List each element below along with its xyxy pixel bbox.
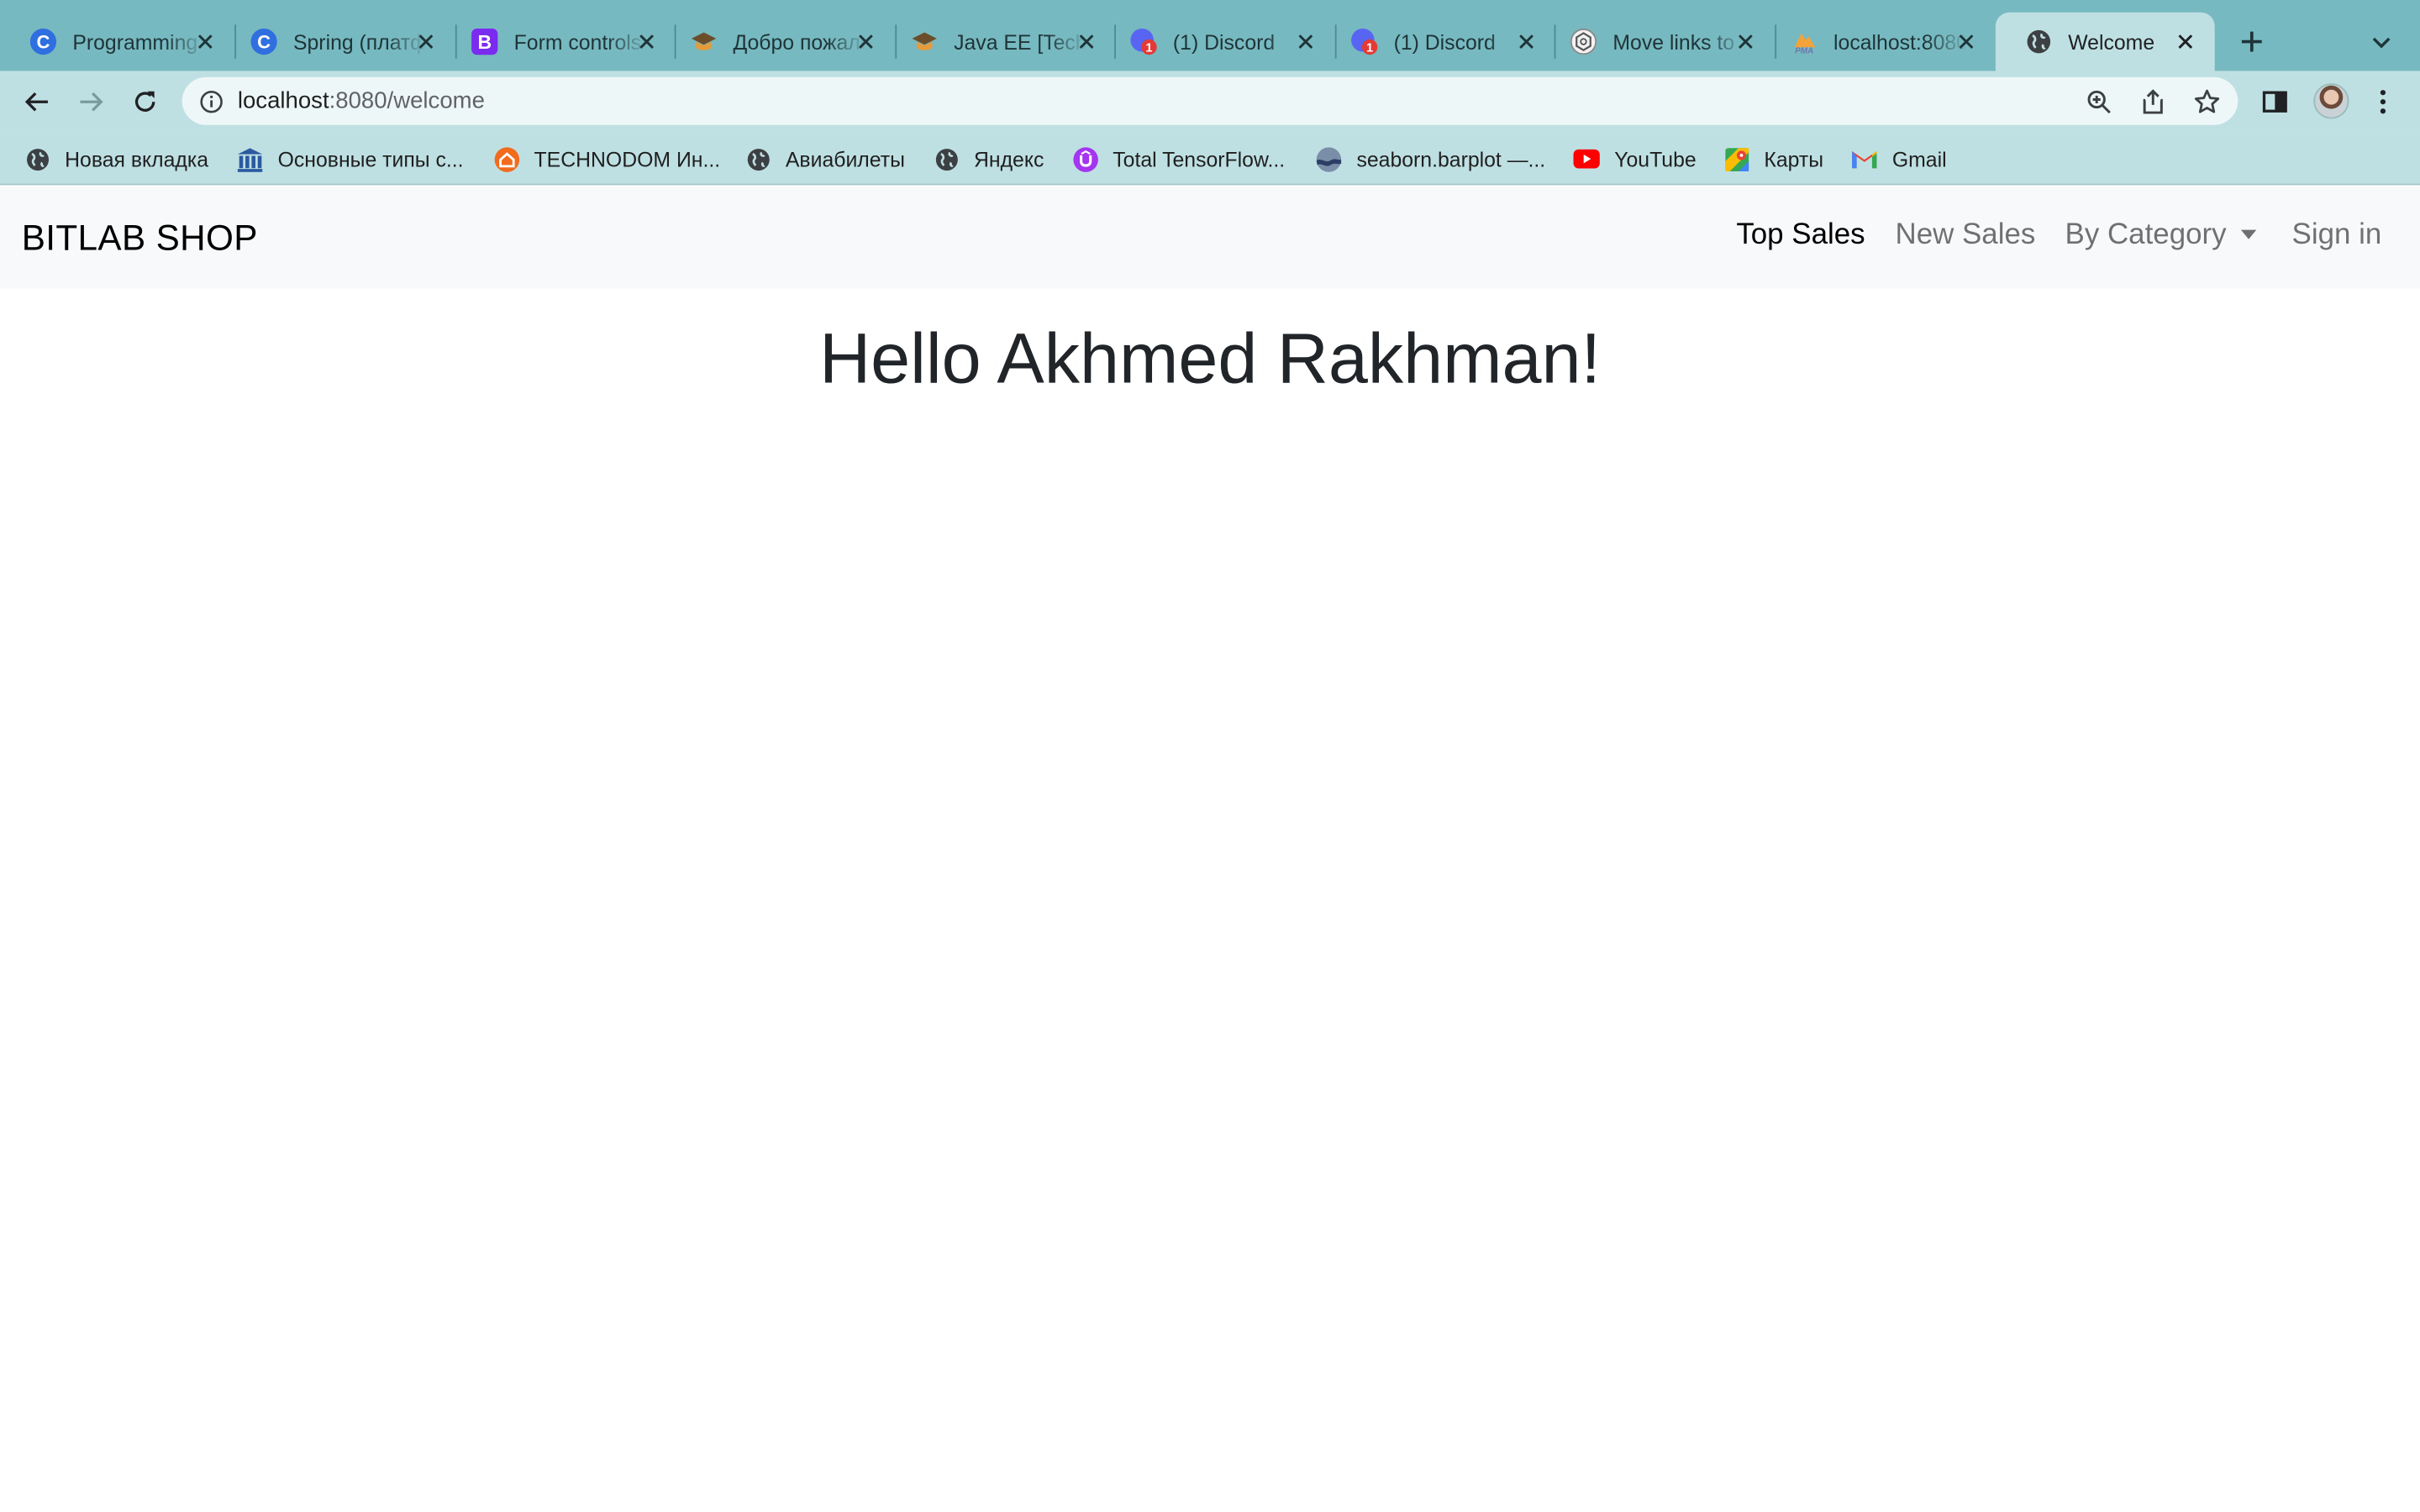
svg-text:PMA: PMA bbox=[1795, 47, 1813, 55]
share-icon[interactable] bbox=[2136, 85, 2170, 118]
close-icon[interactable] bbox=[1732, 28, 1760, 55]
close-icon[interactable] bbox=[1073, 28, 1101, 55]
discord-icon: 1 bbox=[1350, 28, 1378, 55]
browser-toolbar: localhost:8080/welcome bbox=[0, 71, 2420, 133]
c-icon: C bbox=[250, 28, 278, 55]
nav-new-sales[interactable]: New Sales bbox=[1896, 219, 2036, 253]
tab-strip: C Programming C Spring (платформа) B For… bbox=[0, 0, 2420, 71]
nav-sign-in[interactable]: Sign in bbox=[2292, 219, 2382, 253]
close-icon[interactable] bbox=[1952, 28, 1980, 55]
close-icon[interactable] bbox=[192, 28, 219, 55]
tab-discord-2[interactable]: 1 (1) Discord bbox=[1321, 13, 1555, 71]
tab-move-links[interactable]: Move links to bbox=[1540, 13, 1775, 71]
tab-programming[interactable]: C Programming bbox=[0, 13, 234, 71]
page-title: Hello Akhmed Rakhman! bbox=[819, 318, 1601, 398]
close-icon[interactable] bbox=[2171, 28, 2199, 55]
screen: C Programming C Spring (платформа) B For… bbox=[0, 0, 2420, 1512]
nav-by-category-label: By Category bbox=[2065, 218, 2227, 252]
bookmark-technodom[interactable]: TECHNODOM Ин... bbox=[492, 144, 720, 175]
udemy-icon bbox=[1071, 145, 1099, 173]
close-icon[interactable] bbox=[412, 28, 439, 55]
close-icon[interactable] bbox=[1292, 28, 1319, 55]
tab-spring[interactable]: C Spring (платформа) bbox=[221, 13, 455, 71]
pma-icon: PMA bbox=[1791, 28, 1818, 55]
svg-text:B: B bbox=[477, 31, 492, 53]
nav-top-sales[interactable]: Top Sales bbox=[1736, 219, 1865, 253]
brand-link[interactable]: BITLAB SHOP bbox=[22, 218, 258, 260]
bookmark-seaborn[interactable]: seaborn.barplot —... bbox=[1315, 144, 1545, 175]
side-panel-icon[interactable] bbox=[2254, 81, 2295, 122]
maps-icon bbox=[1723, 145, 1750, 173]
globe-icon bbox=[2025, 28, 2053, 55]
profile-avatar[interactable] bbox=[2313, 83, 2349, 119]
bookmark-tensorflow[interactable]: Total TensorFlow... bbox=[1071, 144, 1285, 175]
bookmark-youtube[interactable]: YouTube bbox=[1573, 144, 1697, 175]
site-navbar: BITLAB SHOP Top Sales New Sales By Categ… bbox=[0, 186, 2420, 289]
chevron-down-icon[interactable] bbox=[2365, 24, 2398, 58]
close-icon[interactable] bbox=[633, 28, 660, 55]
tab-java-ee[interactable]: Java EE [Technologies] bbox=[881, 13, 1116, 71]
zoom-icon[interactable] bbox=[2082, 85, 2116, 118]
close-icon[interactable] bbox=[1512, 28, 1540, 55]
c-icon: C bbox=[29, 28, 57, 55]
globe-icon bbox=[932, 145, 960, 173]
youtube-icon bbox=[1573, 145, 1601, 173]
close-icon[interactable] bbox=[852, 28, 880, 55]
bookmark-yandex[interactable]: Яндекс bbox=[932, 144, 1044, 175]
address-bar[interactable]: localhost:8080/welcome bbox=[182, 76, 2238, 125]
globe-icon bbox=[24, 145, 51, 173]
technodom-icon bbox=[492, 145, 520, 173]
bookmark-aviabilety[interactable]: Авиабилеты bbox=[744, 144, 905, 175]
seaborn-icon bbox=[1315, 145, 1343, 173]
openai-icon bbox=[1570, 28, 1597, 55]
globe-icon bbox=[744, 145, 771, 173]
svg-text:1: 1 bbox=[1145, 42, 1152, 55]
graduation-cap-icon bbox=[911, 28, 939, 55]
nav-by-category-dropdown[interactable]: By Category bbox=[2065, 219, 2256, 253]
bookmarks-bar: Новая вкладка Основные типы с... TECHNOD… bbox=[0, 132, 2420, 186]
reload-icon[interactable] bbox=[125, 81, 166, 122]
bookmark-maps[interactable]: Карты bbox=[1723, 144, 1823, 175]
bank-icon bbox=[236, 145, 264, 173]
back-icon[interactable] bbox=[17, 81, 57, 122]
bookmark-star-icon[interactable] bbox=[2190, 85, 2223, 118]
svg-text:C: C bbox=[36, 31, 50, 52]
bootstrap-icon: B bbox=[471, 28, 498, 55]
menu-kebab-icon[interactable] bbox=[2363, 81, 2403, 122]
address-url[interactable]: localhost:8080/welcome bbox=[238, 88, 485, 114]
new-tab-icon[interactable] bbox=[2232, 22, 2272, 62]
tab-localhost-pma[interactable]: PMA localhost:8080 bbox=[1761, 13, 1996, 71]
caret-down-icon bbox=[2240, 229, 2256, 239]
svg-text:C: C bbox=[257, 31, 271, 52]
tab-discord-1[interactable]: 1 (1) Discord bbox=[1101, 13, 1335, 71]
gmail-icon bbox=[1850, 145, 1878, 173]
forward-icon[interactable] bbox=[71, 81, 111, 122]
tab-form-controls[interactable]: B Form controls bbox=[441, 13, 676, 71]
graduation-cap-icon bbox=[690, 28, 718, 55]
tab-welcome[interactable]: Welcome bbox=[1995, 12, 2215, 71]
bookmark-new-tab[interactable]: Новая вкладка bbox=[24, 144, 208, 175]
info-icon[interactable] bbox=[197, 88, 225, 116]
bookmark-basic-types[interactable]: Основные типы с... bbox=[236, 144, 464, 175]
tab-dobro-pozhalovat[interactable]: Добро пожаловать bbox=[660, 13, 895, 71]
discord-icon: 1 bbox=[1129, 28, 1157, 55]
svg-text:1: 1 bbox=[1366, 42, 1373, 55]
bookmark-gmail[interactable]: Gmail bbox=[1850, 144, 1947, 175]
